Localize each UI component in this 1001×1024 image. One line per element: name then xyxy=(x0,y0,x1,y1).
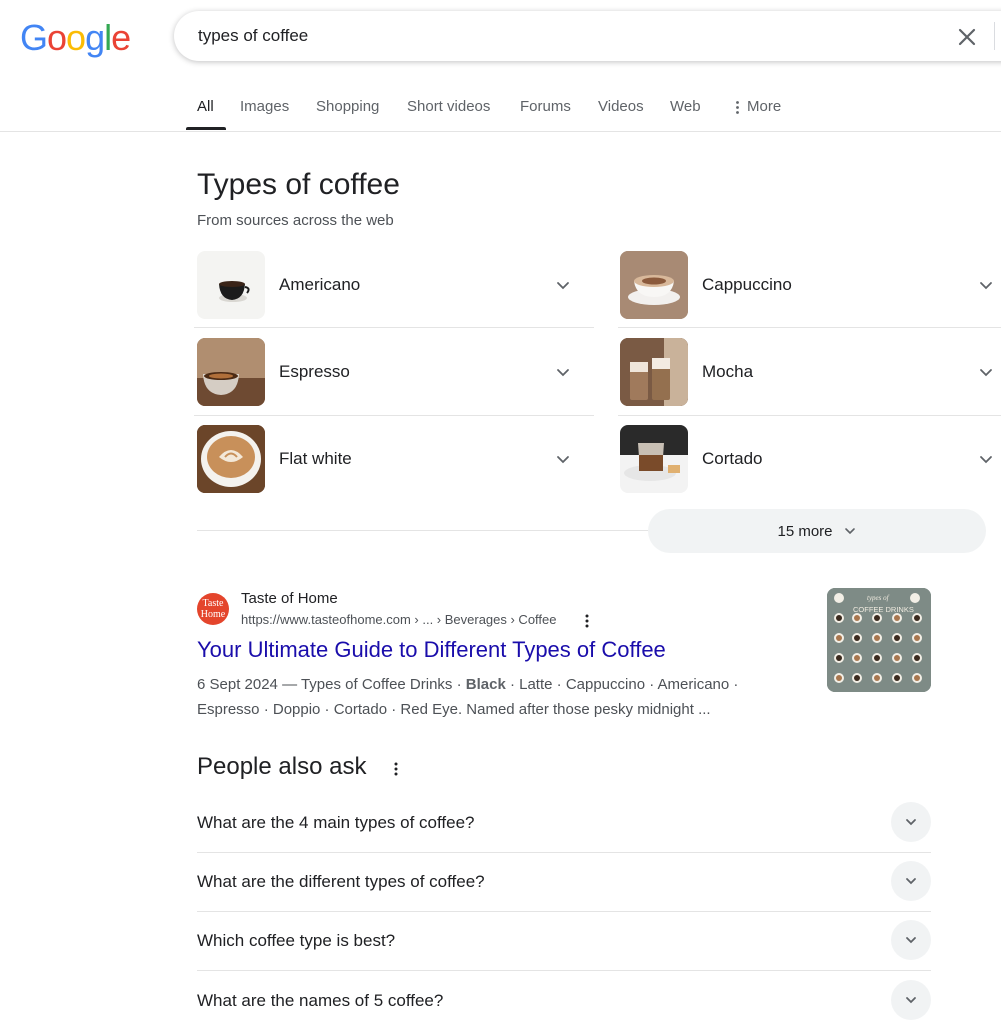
snippet-prefix: 6 Sept 2024 — Types of Coffee Drinks · xyxy=(197,676,466,693)
section-title: Types of coffee xyxy=(197,168,400,201)
section-subtitle: From sources across the web xyxy=(197,212,394,229)
row-divider xyxy=(194,327,594,328)
logo-letter: o xyxy=(47,17,67,58)
list-item-americano[interactable]: Americano xyxy=(197,251,593,319)
more-vert-icon[interactable] xyxy=(394,762,398,776)
americano-thumbnail xyxy=(197,251,265,319)
google-logo[interactable]: Google xyxy=(20,17,131,58)
more-vert-icon xyxy=(736,100,739,114)
paa-divider xyxy=(197,911,931,912)
paa-question[interactable]: What are the 4 main types of coffee? xyxy=(197,801,931,843)
espresso-thumbnail xyxy=(197,338,265,406)
chevron-down-icon xyxy=(980,369,992,377)
item-label: Cortado xyxy=(702,449,763,468)
row-divider xyxy=(618,327,1001,328)
chevron-down-icon xyxy=(906,937,916,944)
chevron-down-icon xyxy=(980,456,992,464)
item-label: Mocha xyxy=(702,362,754,381)
chevron-down-icon xyxy=(557,456,569,464)
item-label: Espresso xyxy=(279,362,350,381)
paa-question[interactable]: What are the names of 5 coffee? xyxy=(197,979,931,1021)
thumb-title: COFFEE DRINKS xyxy=(853,605,914,614)
item-label: Flat white xyxy=(279,449,352,468)
list-item-cortado[interactable]: Cortado xyxy=(620,425,1001,493)
result-url[interactable]: https://www.tasteofhome.com › ... › Beve… xyxy=(241,612,557,627)
list-item-espresso[interactable]: Espresso xyxy=(197,338,593,406)
cortado-thumbnail xyxy=(620,425,688,493)
favicon-text: Taste Home xyxy=(200,598,226,620)
more-vert-icon[interactable] xyxy=(585,614,589,628)
thumb-title-small: types of xyxy=(867,594,890,602)
chevron-down-icon xyxy=(557,369,569,377)
close-icon[interactable] xyxy=(956,26,978,48)
paa-divider xyxy=(197,970,931,971)
show-more-button[interactable]: 15 more xyxy=(648,509,986,553)
logo-letter: G xyxy=(20,17,48,58)
paa-question[interactable]: Which coffee type is best? xyxy=(197,919,931,961)
chevron-down-icon xyxy=(557,282,569,290)
site-favicon[interactable]: Taste Home xyxy=(197,593,229,625)
tab-shopping[interactable]: Shopping xyxy=(316,98,379,116)
paa-question-text: Which coffee type is best? xyxy=(197,931,396,950)
more-divider xyxy=(197,530,648,531)
cappuccino-thumbnail xyxy=(620,251,688,319)
paa-divider xyxy=(197,852,931,853)
result-thumbnail[interactable]: types of COFFEE DRINKS xyxy=(827,588,931,692)
tab-web[interactable]: Web xyxy=(670,98,701,116)
item-label: Americano xyxy=(279,275,361,294)
show-more-label: 15 more xyxy=(777,522,833,540)
tab-more-label: More xyxy=(747,98,782,115)
list-item-cappuccino[interactable]: Cappuccino xyxy=(620,251,1001,319)
site-name[interactable]: Taste of Home xyxy=(241,590,338,607)
tab-forums[interactable]: Forums xyxy=(520,98,571,116)
expand-button[interactable] xyxy=(891,861,931,901)
result-title-link[interactable]: Your Ultimate Guide to Different Types o… xyxy=(197,637,666,663)
item-label: Cappuccino xyxy=(702,275,792,294)
search-input[interactable]: types of coffee xyxy=(198,26,308,46)
list-item-mocha[interactable]: Mocha xyxy=(620,338,1001,406)
row-divider xyxy=(618,415,1001,416)
paa-question[interactable]: What are the different types of coffee? xyxy=(197,860,931,902)
list-item-flat-white[interactable]: Flat white xyxy=(197,425,593,493)
expand-button[interactable] xyxy=(891,920,931,960)
paa-question-text: What are the 4 main types of coffee? xyxy=(197,813,475,832)
tab-more[interactable]: More xyxy=(736,98,781,116)
logo-letter: o xyxy=(66,17,86,58)
chevron-down-icon xyxy=(906,878,916,885)
snippet-bold: Black xyxy=(465,676,506,693)
result-snippet: 6 Sept 2024 — Types of Coffee Drinks · B… xyxy=(197,672,797,722)
logo-letter: g xyxy=(85,17,105,58)
search-divider xyxy=(994,22,995,50)
chevron-down-icon xyxy=(906,997,916,1004)
tab-videos[interactable]: Videos xyxy=(598,98,644,116)
logo-letter: e xyxy=(111,17,131,58)
row-divider xyxy=(194,415,594,416)
flat-white-thumbnail xyxy=(197,425,265,493)
paa-question-text: What are the names of 5 coffee? xyxy=(197,991,444,1010)
active-tab-indicator xyxy=(186,127,226,130)
chevron-down-icon xyxy=(844,528,855,535)
chevron-down-icon xyxy=(980,282,992,290)
tab-images[interactable]: Images xyxy=(240,98,289,116)
chevron-down-icon xyxy=(906,819,916,826)
tabs-divider xyxy=(0,131,1001,132)
people-also-ask-heading: People also ask xyxy=(197,753,367,780)
tab-all[interactable]: All xyxy=(197,98,214,116)
tab-short-videos[interactable]: Short videos xyxy=(407,98,490,116)
expand-button[interactable] xyxy=(891,802,931,842)
expand-button[interactable] xyxy=(891,980,931,1020)
paa-question-text: What are the different types of coffee? xyxy=(197,872,485,891)
mocha-thumbnail xyxy=(620,338,688,406)
